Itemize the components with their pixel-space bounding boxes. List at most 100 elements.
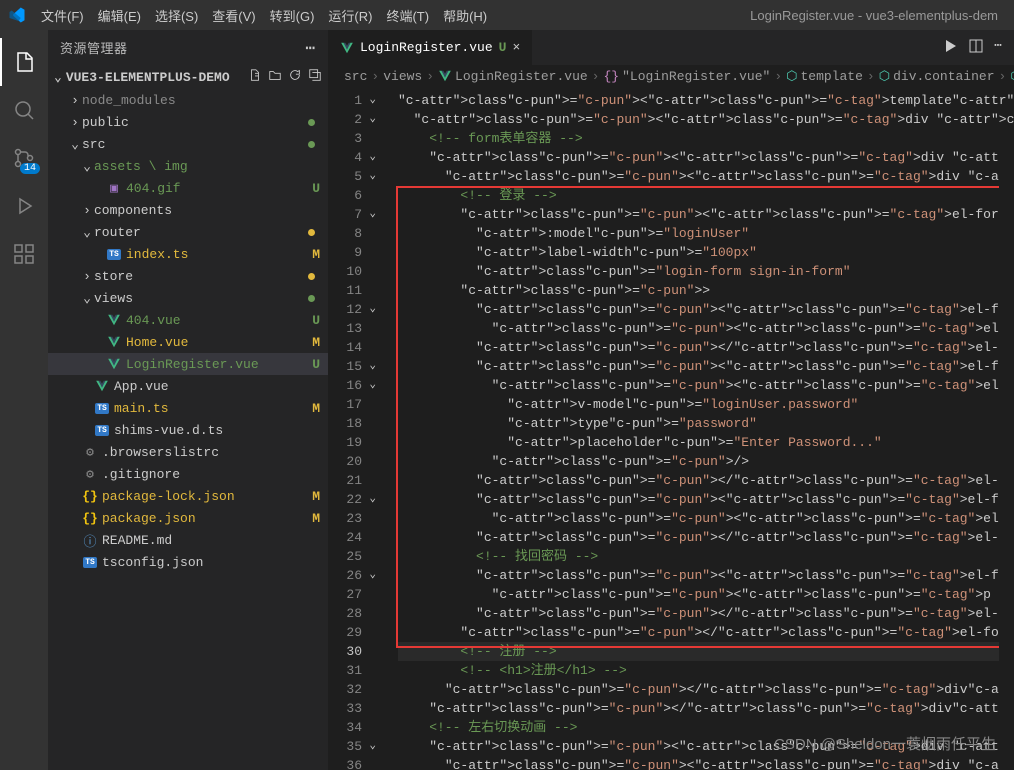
line-number[interactable]: 11: [328, 281, 362, 300]
tree-item[interactable]: ⚙.gitignore: [48, 463, 328, 485]
code-line[interactable]: <!-- 登录 -->: [398, 186, 1014, 205]
line-number[interactable]: 8: [328, 224, 362, 243]
code-line[interactable]: "c-attr">class"c-pun">="c-pun"><"c-attr"…: [398, 737, 1014, 756]
code-line[interactable]: "c-attr">class"c-pun">="c-pun"><"c-attr"…: [398, 376, 1014, 395]
line-number[interactable]: 24: [328, 528, 362, 547]
code-line[interactable]: "c-attr">class"c-pun">="c-pun"><"c-attr"…: [398, 110, 1014, 129]
tree-item[interactable]: ⓘREADME.md: [48, 529, 328, 551]
tree-item[interactable]: {}package-lock.jsonM: [48, 485, 328, 507]
tree-item[interactable]: ⌄views: [48, 287, 328, 309]
line-number[interactable]: 25: [328, 547, 362, 566]
new-folder-icon[interactable]: [268, 68, 282, 86]
menu-item[interactable]: 终端(T): [379, 9, 436, 24]
code-line[interactable]: "c-attr">class"c-pun">="c-pun"><"c-attr"…: [398, 490, 1014, 509]
code-line[interactable]: "c-attr">class"c-pun">="c-pun"></"c-attr…: [398, 528, 1014, 547]
search-icon[interactable]: [0, 86, 48, 134]
menu-item[interactable]: 查看(V): [205, 9, 262, 24]
code-line[interactable]: "c-attr">class"c-pun">="c-pun"><"c-attr"…: [398, 509, 1014, 528]
breadcrumb-item[interactable]: ⬡template: [786, 69, 863, 84]
menu-item[interactable]: 文件(F): [34, 9, 91, 24]
line-number[interactable]: 3: [328, 129, 362, 148]
code-line[interactable]: "c-attr">class"c-pun">="c-pun"><"c-attr"…: [398, 357, 1014, 376]
line-number[interactable]: 16⌄: [328, 376, 362, 395]
run-icon[interactable]: [942, 38, 958, 58]
line-number[interactable]: 2⌄: [328, 110, 362, 129]
line-number[interactable]: 33: [328, 699, 362, 718]
breadcrumb-item[interactable]: LoginRegister.vue: [438, 69, 588, 84]
more-icon[interactable]: ⋯: [994, 38, 1002, 58]
line-number[interactable]: 18: [328, 414, 362, 433]
code-line[interactable]: "c-attr">class"c-pun">="c-pun"></"c-attr…: [398, 699, 1014, 718]
line-number[interactable]: 4⌄: [328, 148, 362, 167]
tree-item[interactable]: ⌄router: [48, 221, 328, 243]
line-number[interactable]: 15⌄: [328, 357, 362, 376]
tree-item[interactable]: ›store: [48, 265, 328, 287]
code-line[interactable]: "c-attr">class"c-pun">="c-pun"></"c-attr…: [398, 680, 1014, 699]
code-line[interactable]: "c-attr">type"c-pun">="password": [398, 414, 1014, 433]
code-line[interactable]: <!-- 左右切换动画 -->: [398, 718, 1014, 737]
tree-item[interactable]: TStsconfig.json: [48, 551, 328, 573]
tree-item[interactable]: 404.vueU: [48, 309, 328, 331]
code-line[interactable]: "c-attr">class"c-pun">="c-pun"></"c-attr…: [398, 471, 1014, 490]
code-line[interactable]: "c-attr">class"c-pun">="c-pun"></"c-attr…: [398, 604, 1014, 623]
code-line[interactable]: "c-attr">class"c-pun">="c-pun"><"c-attr"…: [398, 566, 1014, 585]
refresh-icon[interactable]: [288, 68, 302, 86]
breadcrumb-item[interactable]: ⬡div.form-contain: [1010, 69, 1014, 84]
menu-item[interactable]: 编辑(E): [91, 9, 148, 24]
tree-item[interactable]: TSindex.tsM: [48, 243, 328, 265]
tree-item[interactable]: ›public: [48, 111, 328, 133]
code-line[interactable]: "c-attr">class"c-pun">="c-pun"><"c-attr"…: [398, 205, 1014, 224]
line-number[interactable]: 29: [328, 623, 362, 642]
code-editor[interactable]: "c-attr">class"c-pun">="c-pun"><"c-attr"…: [378, 87, 1014, 770]
tree-item[interactable]: TSmain.tsM: [48, 397, 328, 419]
line-number[interactable]: 12⌄: [328, 300, 362, 319]
code-line[interactable]: <!-- 注册 -->: [398, 642, 1014, 661]
code-line[interactable]: "c-attr">class"c-pun">="c-pun"><"c-attr"…: [398, 585, 1014, 604]
tree-item[interactable]: ›components: [48, 199, 328, 221]
breadcrumb-item[interactable]: src: [344, 69, 367, 84]
tree-item[interactable]: ⌄src: [48, 133, 328, 155]
code-line[interactable]: "c-attr">class"c-pun">="c-pun"><"c-attr"…: [398, 167, 1014, 186]
line-number[interactable]: 17: [328, 395, 362, 414]
tab-loginregister[interactable]: LoginRegister.vue U ×: [328, 30, 532, 65]
line-number[interactable]: 36: [328, 756, 362, 770]
tree-item[interactable]: ▣404.gifU: [48, 177, 328, 199]
code-line[interactable]: "c-attr">class"c-pun">="c-pun"></"c-attr…: [398, 338, 1014, 357]
menu-item[interactable]: 帮助(H): [436, 9, 494, 24]
menu-item[interactable]: 选择(S): [148, 9, 205, 24]
line-number[interactable]: 23: [328, 509, 362, 528]
source-control-icon[interactable]: 14: [0, 134, 48, 182]
extensions-icon[interactable]: [0, 230, 48, 278]
line-number[interactable]: 31: [328, 661, 362, 680]
line-number[interactable]: 30: [328, 642, 362, 661]
line-number[interactable]: 1⌄: [328, 91, 362, 110]
line-number[interactable]: 7⌄: [328, 205, 362, 224]
menu-item[interactable]: 转到(G): [263, 9, 322, 24]
line-number[interactable]: 35⌄: [328, 737, 362, 756]
code-line[interactable]: "c-attr">class"c-pun">="c-pun">>: [398, 281, 1014, 300]
line-number[interactable]: 26⌄: [328, 566, 362, 585]
breadcrumb-item[interactable]: {}"LoginRegister.vue": [603, 69, 770, 84]
split-icon[interactable]: [968, 38, 984, 58]
line-number[interactable]: 19: [328, 433, 362, 452]
tree-item[interactable]: TSshims-vue.d.ts: [48, 419, 328, 441]
new-file-icon[interactable]: [248, 68, 262, 86]
line-number[interactable]: 10: [328, 262, 362, 281]
line-number[interactable]: 34: [328, 718, 362, 737]
breadcrumb-item[interactable]: views: [383, 69, 422, 84]
line-number[interactable]: 21: [328, 471, 362, 490]
tree-item[interactable]: Home.vueM: [48, 331, 328, 353]
tree-item[interactable]: LoginRegister.vueU: [48, 353, 328, 375]
menu-item[interactable]: 运行(R): [321, 9, 379, 24]
collapse-icon[interactable]: [308, 68, 322, 86]
debug-icon[interactable]: [0, 182, 48, 230]
line-number[interactable]: 32: [328, 680, 362, 699]
tree-item[interactable]: {}package.jsonM: [48, 507, 328, 529]
line-number[interactable]: 22⌄: [328, 490, 362, 509]
tree-item[interactable]: ›node_modules: [48, 89, 328, 111]
code-line[interactable]: "c-attr">class"c-pun">="c-pun">/>: [398, 452, 1014, 471]
code-line[interactable]: "c-attr">class"c-pun">="login-form sign-…: [398, 262, 1014, 281]
code-line[interactable]: "c-attr">class"c-pun">="c-pun"><"c-attr"…: [398, 91, 1014, 110]
sidebar-more-icon[interactable]: ⋯: [305, 38, 316, 58]
code-line[interactable]: <!-- form表单容器 -->: [398, 129, 1014, 148]
